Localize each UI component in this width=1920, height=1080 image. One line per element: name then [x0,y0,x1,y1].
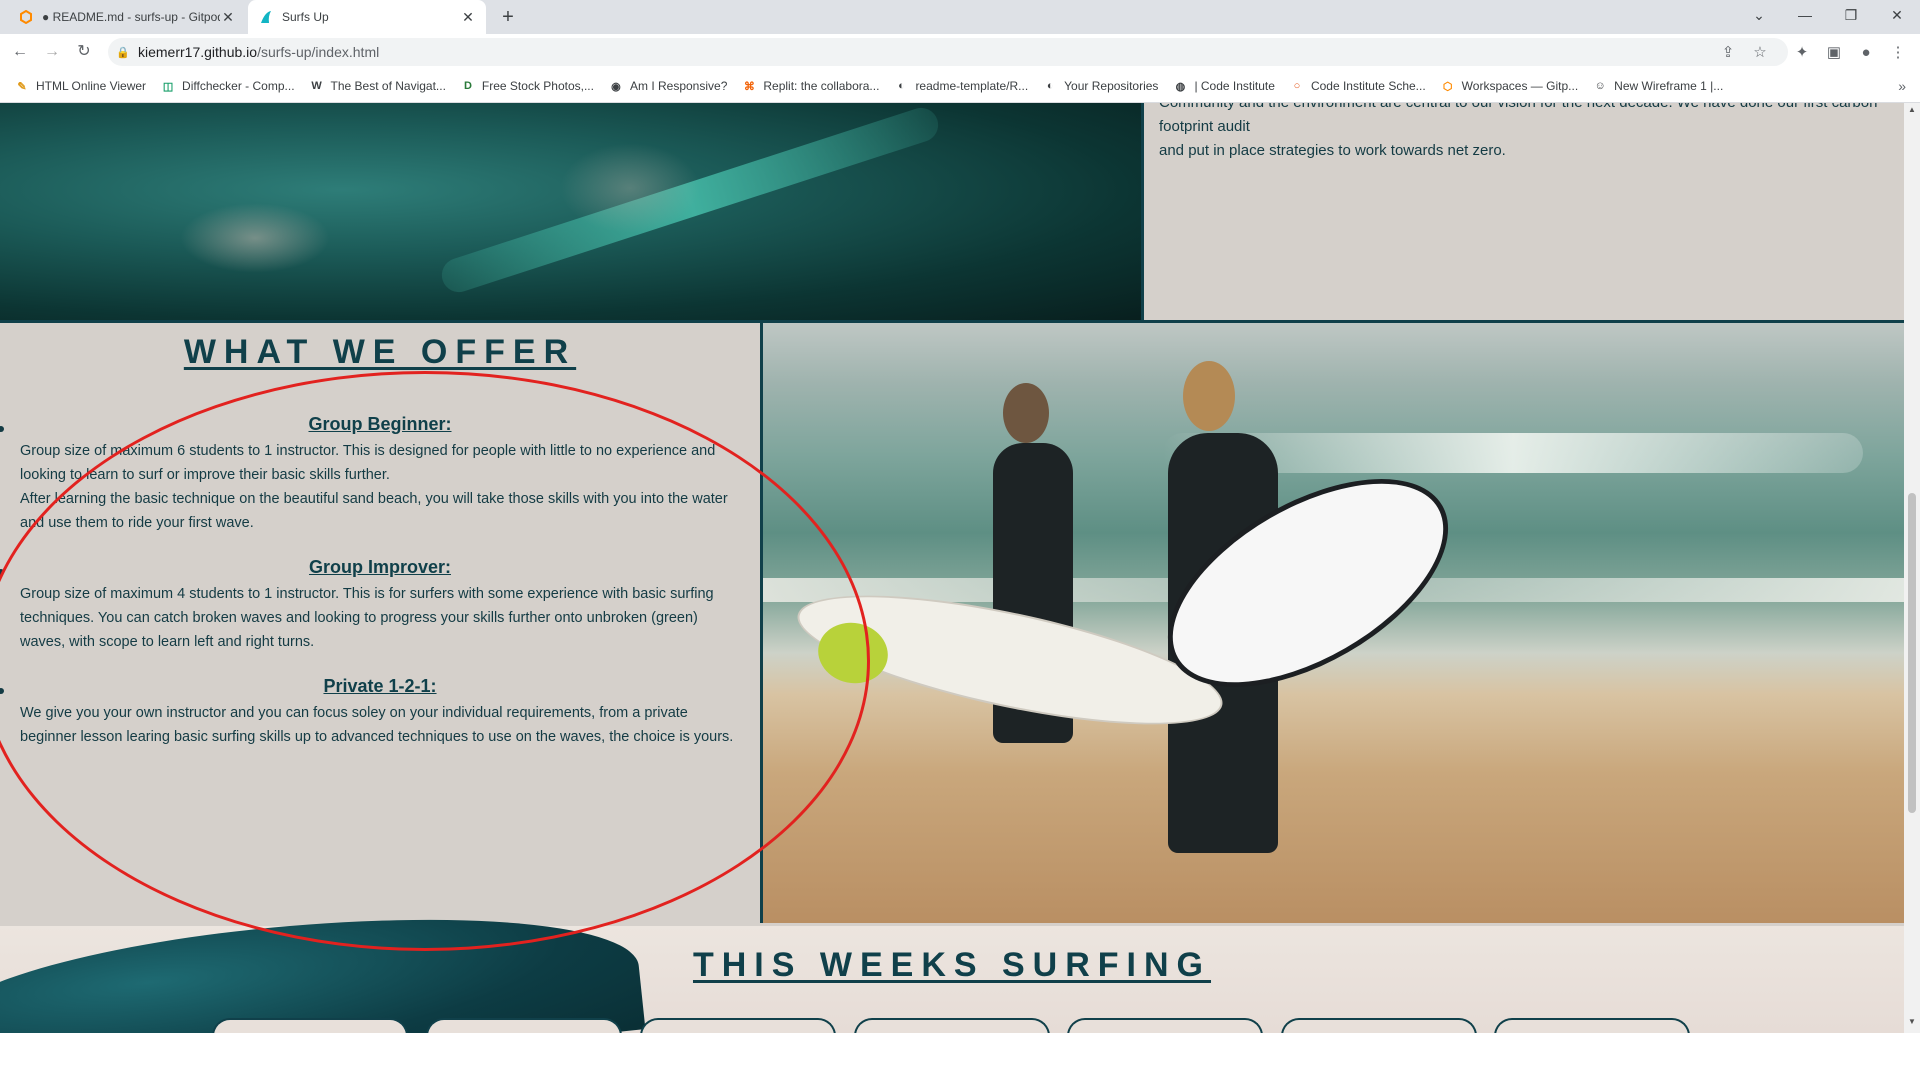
responsive-icon: ◉ [611,80,621,93]
bookmark-label: Replit: the collabora... [763,79,880,93]
address-bar[interactable]: 🔒 kiemerr17.github.io/surfs-up/index.htm… [108,38,1788,66]
browser-toolbar: ← → ↻ 🔒 kiemerr17.github.io/surfs-up/ind… [0,34,1920,70]
bookmark-navigation[interactable]: W The Best of Navigat... [309,78,446,94]
bookmark-code-institute[interactable]: ◍ | Code Institute [1172,78,1275,94]
about-text-line: Community and the environment are centra… [1159,103,1877,135]
scrollbar-thumb[interactable] [1908,493,1916,813]
forward-icon[interactable]: → [40,40,64,64]
share-icon[interactable]: ⇪ [1716,40,1740,64]
code-institute-icon: ◍ [1175,80,1186,93]
blank-area [0,1033,1920,1080]
surfer-paddle-image [0,103,1141,320]
html-viewer-icon: ✎ [17,80,27,93]
bookmark-am-i-responsive[interactable]: ◉ Am I Responsive? [608,78,727,94]
about-text-line: and put in place strategies to work towa… [1159,142,1506,159]
bookmark-diffchecker[interactable]: ◫ Diffchecker - Comp... [160,78,295,94]
code-institute-schedule-icon: ○ [1293,80,1301,92]
surf-fin-icon [258,9,274,25]
gitpod-icon: ⬡ [1442,80,1453,93]
surfers-beach-image [763,323,1904,923]
url-path: /surfs-up/index.html [257,44,380,60]
bookmarks-bar: ✎ HTML Online Viewer ◫ Diffchecker - Comp.… [0,70,1920,103]
tab-surfs-up[interactable]: Surfs Up ✕ [248,0,486,34]
day-tab[interactable] [1494,1018,1690,1033]
scroll-up-icon[interactable]: ▲ [1904,105,1920,119]
bookmark-label: Workspaces — Gitp... [1461,79,1579,93]
day-tab[interactable] [640,1018,836,1033]
red-annotation-ellipse [0,371,870,951]
tab-title: ● README.md - surfs-up - Gitpod [42,10,220,24]
offer-title: WHAT WE OFFER [183,333,577,371]
day-tab[interactable] [426,1018,622,1033]
bookmark-your-repositories[interactable]: ◐ Your Repositories [1042,78,1159,94]
about-panel: Community and the environment are centra… [1141,103,1904,320]
tab-title: Surfs Up [282,10,329,24]
bookmark-html-viewer[interactable]: ✎ HTML Online Viewer [14,78,146,94]
scroll-down-icon[interactable]: ▼ [1904,1017,1920,1031]
wireframe-icon: ☺ [1594,80,1606,92]
github-icon: ◐ [898,80,905,92]
gitpod-icon [18,9,34,25]
day-tab[interactable] [212,1018,408,1033]
bookmark-label: Code Institute Sche... [1310,79,1426,93]
bookmark-label: readme-template/R... [915,79,1029,93]
bookmark-label: HTML Online Viewer [36,79,147,93]
bookmark-star-icon[interactable]: ☆ [1748,40,1772,64]
github-icon: ◐ [1046,80,1054,92]
reload-icon[interactable]: ↻ [72,40,96,64]
profile-icon[interactable]: ● [1854,40,1878,64]
bookmark-label: The Best of Navigat... [330,79,446,93]
w-icon: W [311,80,322,92]
side-panel-icon[interactable]: ▣ [1822,40,1846,64]
schedule-title: THIS WEEKS SURFING [692,946,1212,984]
lock-icon[interactable]: 🔒 [108,46,138,59]
bookmark-stock-photos[interactable]: D Free Stock Photos,... [460,78,594,94]
bookmarks-overflow-icon[interactable]: » [1898,78,1906,94]
day-tab[interactable] [854,1018,1050,1033]
minimize-icon[interactable]: — [1782,0,1828,30]
bookmark-label: Free Stock Photos,... [481,79,594,93]
close-icon[interactable]: ✕ [460,9,476,26]
url-domain: kiemerr17.github.io [138,44,258,60]
bookmark-label: | Code Institute [1194,79,1275,93]
bookmark-replit[interactable]: ⌘ Replit: the collabora... [741,78,880,94]
bookmark-label: Your Repositories [1064,79,1159,93]
menu-icon[interactable]: ⋮ [1886,40,1910,64]
close-icon[interactable]: ✕ [220,9,236,26]
tab-readme[interactable]: ● README.md - surfs-up - Gitpod ✕ [8,0,246,34]
this-weeks-surfing-section: THIS WEEKS SURFING [0,889,1904,1033]
bookmark-readme-template[interactable]: ◐ readme-template/R... [893,78,1028,94]
replit-icon: ⌘ [743,80,755,93]
tab-search-icon[interactable]: ⌄ [1736,0,1782,30]
extensions-icon[interactable]: ✦ [1790,40,1814,64]
bookmark-label: Am I Responsive? [629,79,728,93]
day-tab[interactable] [1281,1018,1477,1033]
new-tab-button[interactable]: + [496,5,520,29]
restore-icon[interactable]: ❐ [1828,0,1874,30]
back-icon[interactable]: ← [8,40,32,64]
day-tab[interactable] [1067,1018,1263,1033]
about-text: Community and the environment are centra… [1159,103,1879,163]
page-viewport: Community and the environment are centra… [0,103,1904,1033]
stock-photos-icon: D [463,80,472,92]
browser-tab-strip: ● README.md - surfs-up - Gitpod ✕ Surfs … [0,0,1920,34]
bookmark-label: Diffchecker - Comp... [182,79,295,93]
bookmark-new-wireframe[interactable]: ☺ New Wireframe 1 |... [1592,78,1724,94]
page-scrollbar[interactable]: ▲ ▼ [1904,103,1920,1033]
bookmark-code-institute-schedule[interactable]: ○ Code Institute Sche... [1289,78,1426,94]
bookmark-gitpod-workspaces[interactable]: ⬡ Workspaces — Gitp... [1440,78,1578,94]
bookmark-label: New Wireframe 1 |... [1614,79,1724,93]
diffchecker-icon: ◫ [162,80,174,93]
close-window-icon[interactable]: ✕ [1874,0,1920,30]
